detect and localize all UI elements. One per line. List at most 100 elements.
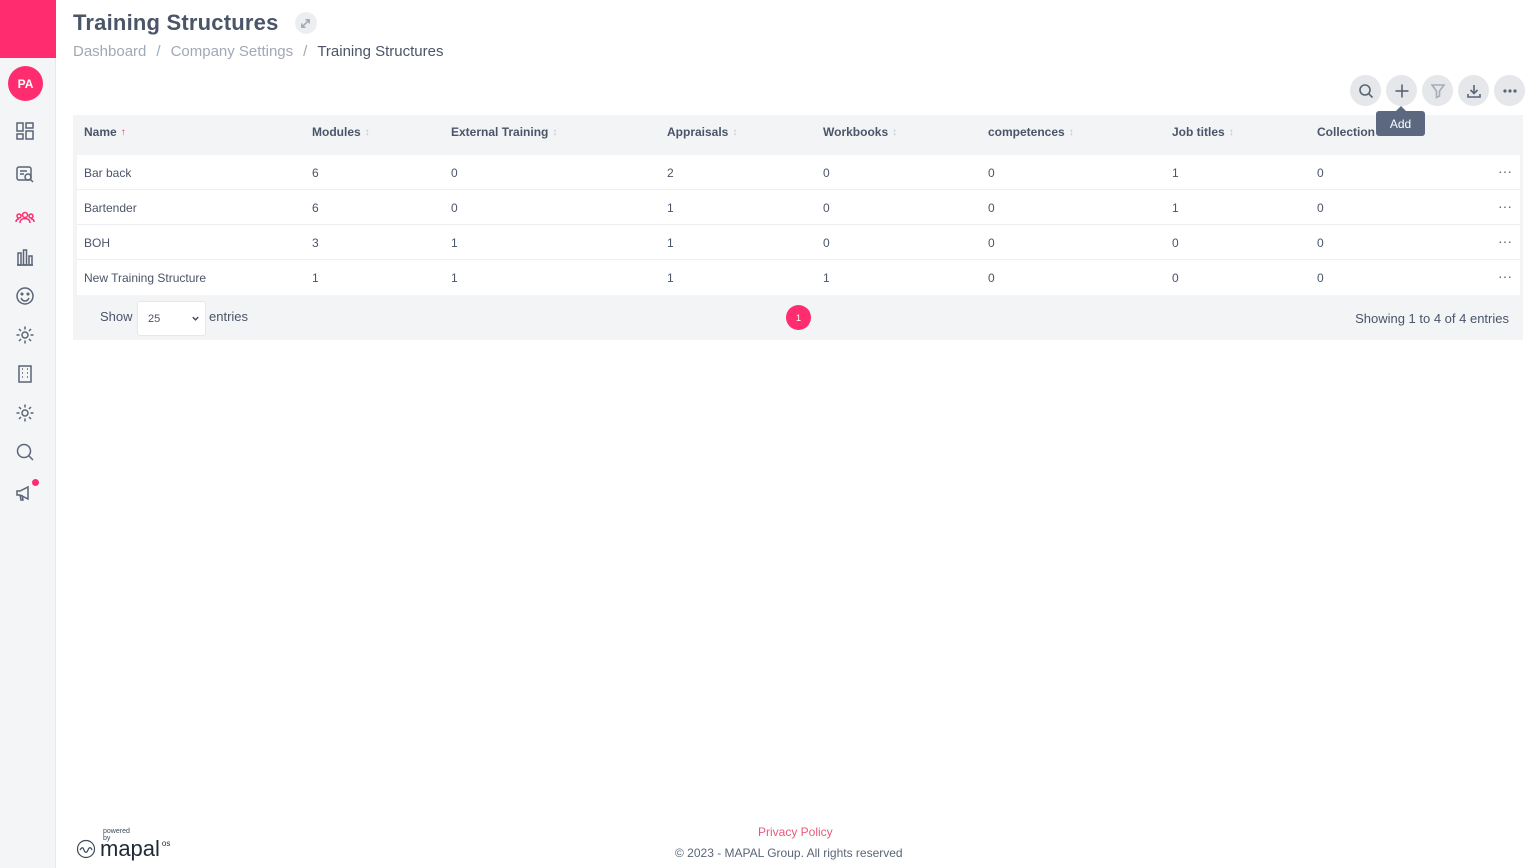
search-list-icon[interactable] [14,163,36,185]
entries-per-page-value: 25 [148,312,161,325]
cell-appraisals: 1 [667,201,674,215]
sort-icon: ↕ [552,126,558,138]
sort-icon: ↕ [364,126,370,138]
people-icon[interactable] [14,207,36,229]
search-icon [1358,83,1373,98]
cell-competences: 0 [988,166,995,180]
sort-icon: ↕ [1068,126,1074,138]
bar-chart-icon[interactable] [14,246,36,268]
cell-workbooks: 0 [823,236,830,250]
column-header-appraisals[interactable]: Appraisals ↕ [667,125,737,139]
sort-icon: ↕ [1228,126,1234,138]
cell-job-titles: 1 [1172,201,1179,215]
breadcrumb-separator: / [303,43,308,60]
avatar[interactable]: PA [8,66,43,101]
cell-external-training: 1 [451,236,458,250]
cell-external-training: 0 [451,201,458,215]
table-body: Bar back 6 0 2 0 0 1 0 ··· Bartender 6 0… [77,155,1520,295]
filter-button[interactable] [1422,75,1453,106]
chevron-down-icon [192,316,199,321]
sort-asc-icon: ↑ [120,126,126,138]
filter-icon [1429,83,1446,99]
title-row: Training Structures [73,10,317,36]
more-button[interactable] [1494,75,1525,106]
row-more-icon[interactable]: ··· [1498,163,1512,179]
toolbar-actions [1350,75,1525,106]
table-footer: Show 25 entries 1 Showing 1 to 4 of 4 en… [73,299,1523,339]
breadcrumb-dashboard[interactable]: Dashboard [73,43,146,60]
smiley-icon[interactable] [14,285,36,307]
logo-text: mapal [100,836,160,861]
column-header-modules[interactable]: Modules ↕ [312,125,370,139]
sort-icon: ↕ [892,126,898,138]
table-row[interactable]: Bartender 6 0 1 0 0 1 0 ··· [77,190,1520,225]
column-header-workbooks[interactable]: Workbooks ↕ [823,125,897,139]
breadcrumb-company-settings[interactable]: Company Settings [171,43,294,60]
search-button[interactable] [1350,75,1381,106]
megaphone-icon[interactable] [14,479,39,504]
expand-button[interactable] [294,12,317,34]
cell-name[interactable]: Bartender [84,201,137,215]
cell-modules: 1 [312,271,319,285]
column-header-job-titles[interactable]: Job titles ↕ [1172,125,1234,139]
cell-job-titles: 0 [1172,271,1179,285]
download-button[interactable] [1458,75,1489,106]
cell-external-training: 0 [451,166,458,180]
expand-icon [301,18,310,28]
brand-block[interactable] [0,0,56,58]
show-label: Show [100,309,133,324]
notification-dot [32,479,39,486]
mapal-logo: mapal os [76,836,170,862]
cell-competences: 0 [988,201,995,215]
table-row[interactable]: BOH 3 1 1 0 0 0 0 ··· [77,225,1520,260]
copyright-text: © 2023 - MAPAL Group. All rights reserve… [675,846,903,860]
cell-job-titles: 0 [1172,236,1179,250]
data-table: Name ↑ Modules ↕ External Training ↕ Apprai… [73,115,1523,340]
plus-icon [1395,84,1408,97]
settings-alt-icon[interactable] [14,402,36,424]
breadcrumb: Dashboard / Company Settings / Training … [73,43,443,60]
dashboard-icon[interactable] [14,120,36,142]
download-icon [1466,84,1481,98]
settings-icon[interactable] [14,324,36,346]
cell-workbooks: 0 [823,166,830,180]
add-button[interactable] [1386,75,1417,106]
cell-name[interactable]: Bar back [84,166,131,180]
entries-summary: Showing 1 to 4 of 4 entries [1355,311,1509,326]
page-button-current[interactable]: 1 [786,305,811,330]
cell-modules: 6 [312,201,319,215]
cell-appraisals: 1 [667,236,674,250]
column-header-competences[interactable]: competences ↕ [988,125,1074,139]
row-more-icon[interactable]: ··· [1498,233,1512,249]
table-header: Name ↑ Modules ↕ External Training ↕ Apprai… [73,115,1523,148]
cell-name[interactable]: BOH [84,236,110,250]
row-more-icon[interactable]: ··· [1498,198,1512,214]
sidebar: PA [0,0,56,868]
breadcrumb-separator: / [156,43,161,60]
column-header-name[interactable]: Name ↑ [84,125,126,139]
entries-per-page-select[interactable]: 25 [137,301,206,336]
cell-appraisals: 1 [667,271,674,285]
column-header-collection[interactable]: Collection [1317,125,1375,139]
cell-competences: 0 [988,236,995,250]
entries-label: entries [209,309,249,324]
sort-icon: ↕ [732,126,738,138]
mapal-wave-icon [76,839,96,859]
row-more-icon[interactable]: ··· [1498,268,1512,284]
cell-collection: 0 [1317,166,1324,180]
page-title: Training Structures [73,10,279,35]
table-row[interactable]: Bar back 6 0 2 0 0 1 0 ··· [77,155,1520,190]
cell-collection: 0 [1317,201,1324,215]
cell-job-titles: 1 [1172,166,1179,180]
cell-workbooks: 1 [823,271,830,285]
search-icon[interactable] [14,441,36,463]
cell-collection: 0 [1317,236,1324,250]
cell-competences: 0 [988,271,995,285]
privacy-policy-link[interactable]: Privacy Policy [758,825,833,839]
more-icon [1502,88,1517,93]
table-row[interactable]: New Training Structure 1 1 1 1 0 0 0 ··· [77,260,1520,295]
logo-suffix: os [161,838,171,848]
building-icon[interactable] [14,363,36,385]
column-header-external-training[interactable]: External Training ↕ [451,125,557,139]
cell-name[interactable]: New Training Structure [84,271,206,285]
